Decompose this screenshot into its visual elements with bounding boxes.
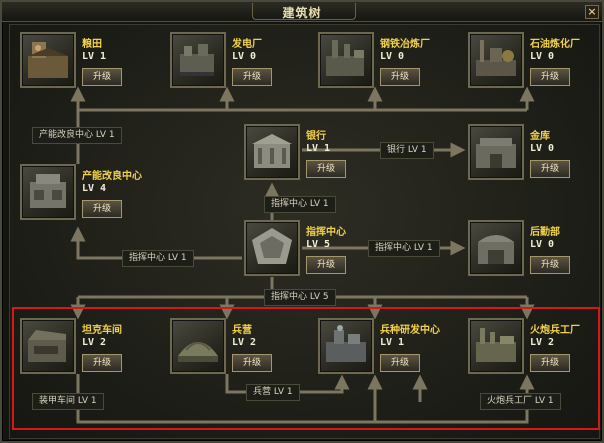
requirement-label-command-lv5: 指挥中心 LV 5 [264, 289, 336, 306]
upgrade-button[interactable]: 升级 [232, 68, 272, 86]
building-level: LV 1 [306, 143, 331, 154]
building-level: LV 0 [232, 51, 257, 62]
building-level: LV 0 [530, 143, 555, 154]
treasury-icon [468, 124, 524, 180]
building-node-power-plant[interactable]: 发电厂 LV 0 升级 [170, 32, 298, 94]
upgrade-button[interactable]: 升级 [530, 68, 570, 86]
building-name: 银行 [306, 131, 326, 142]
upgrade-button[interactable]: 升级 [82, 68, 122, 86]
building-level: LV 0 [530, 239, 555, 250]
building-node-production-center[interactable]: 产能改良中心 LV 4 升级 [20, 164, 148, 226]
upgrade-button[interactable]: 升级 [306, 160, 346, 178]
building-name: 指挥中心 [306, 227, 346, 238]
requirement-label-bank: 银行 LV 1 [380, 142, 434, 159]
power-plant-icon [170, 32, 226, 88]
building-tree-window: 建筑树 × 产能改良中心 LV 1 银行 LV 1 指挥中心 LV 1 指挥中心… [0, 0, 604, 443]
highlight-box [12, 307, 600, 430]
building-name: 钢铁冶炼厂 [380, 39, 430, 50]
steel-mill-icon [318, 32, 374, 88]
building-node-steel-mill[interactable]: 钢铁冶炼厂 LV 0 升级 [318, 32, 446, 94]
building-node-oil-refinery[interactable]: 石油炼化厂 LV 0 升级 [468, 32, 596, 94]
building-node-command-center[interactable]: 指挥中心 LV 5 升级 [244, 220, 372, 282]
oil-refinery-icon [468, 32, 524, 88]
farm-icon [20, 32, 76, 88]
upgrade-button[interactable]: 升级 [82, 200, 122, 218]
building-level: LV 1 [82, 51, 107, 62]
building-node-treasury[interactable]: 金库 LV 0 升级 [468, 124, 596, 186]
building-level: LV 4 [82, 183, 107, 194]
building-name: 石油炼化厂 [530, 39, 580, 50]
building-node-farm[interactable]: 粮田 LV 1 升级 [20, 32, 148, 94]
production-center-icon [20, 164, 76, 220]
command-center-icon [244, 220, 300, 276]
logistics-icon [468, 220, 524, 276]
requirement-label-command-right: 指挥中心 LV 1 [368, 240, 440, 257]
building-name: 金库 [530, 131, 550, 142]
requirement-label-production-center: 产能改良中心 LV 1 [32, 127, 122, 144]
requirement-label-command-left: 指挥中心 LV 1 [122, 250, 194, 267]
building-level: LV 0 [530, 51, 555, 62]
building-node-logistics[interactable]: 后勤部 LV 0 升级 [468, 220, 596, 282]
building-level: LV 0 [380, 51, 405, 62]
upgrade-button[interactable]: 升级 [530, 256, 570, 274]
building-level: LV 5 [306, 239, 331, 250]
building-name: 产能改良中心 [82, 171, 142, 182]
upgrade-button[interactable]: 升级 [380, 68, 420, 86]
building-name: 后勤部 [530, 227, 560, 238]
building-name: 发电厂 [232, 39, 262, 50]
upgrade-button[interactable]: 升级 [530, 160, 570, 178]
requirement-label-command-upper: 指挥中心 LV 1 [264, 196, 336, 213]
bank-icon [244, 124, 300, 180]
building-name: 粮田 [82, 39, 102, 50]
building-node-bank[interactable]: 银行 LV 1 升级 [244, 124, 372, 186]
upgrade-button[interactable]: 升级 [306, 256, 346, 274]
